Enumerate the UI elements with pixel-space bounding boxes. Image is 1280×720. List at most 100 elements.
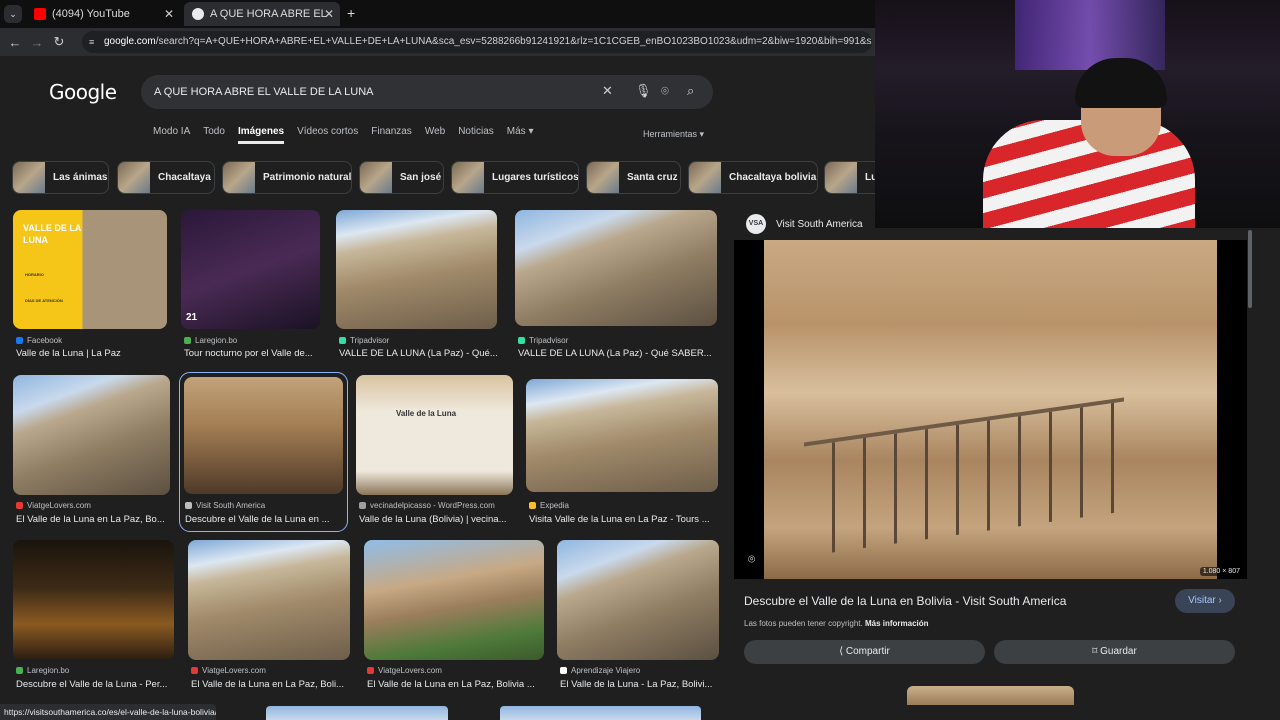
close-icon[interactable]: ✕ [164, 7, 174, 21]
reload-icon[interactable]: ↻ [48, 34, 70, 50]
source-avatar: VSA [746, 214, 766, 234]
image-result-selected[interactable]: Visit South America Descubre el Valle de… [179, 372, 348, 532]
webcam-overlay [875, 0, 1280, 228]
chip-chacaltaya-bolivia[interactable]: Chacaltaya bolivia [688, 161, 818, 194]
image-result[interactable]: ViatgeLovers.com El Valle de la Luna en … [364, 540, 545, 695]
result-thumbnail [526, 379, 718, 492]
copyright-text: Las fotos pueden tener copyright. [744, 619, 863, 628]
result-title[interactable]: Valle de la Luna (Bolivia) | vecina... [359, 514, 515, 525]
source-label: Facebook [27, 336, 63, 345]
result-title[interactable]: VALLE DE LA LUNA (La Paz) - Qué SABER... [518, 348, 718, 359]
microphone-icon[interactable]: 🎙 [635, 83, 652, 99]
chip-las-animas[interactable]: Las ánimas [12, 161, 109, 194]
chip-lu[interactable]: Lu [824, 161, 875, 194]
chip-chacaltaya[interactable]: Chacaltaya [117, 161, 215, 194]
chip-san-jose[interactable]: San josé [359, 161, 444, 194]
scrollbar-thumb[interactable] [1248, 230, 1252, 308]
image-result[interactable]: Aprendizaje Viajero El Valle de la Luna … [557, 540, 720, 695]
site-info-icon[interactable]: ≡ [89, 31, 94, 53]
share-button[interactable]: ⟨ Compartir [744, 640, 985, 664]
more-info-link[interactable]: Más información [865, 619, 929, 628]
result-title[interactable]: El Valle de la Luna en La Paz, Boli... [191, 679, 352, 690]
tab-todo[interactable]: Todo [203, 126, 225, 144]
tab-noticias[interactable]: Noticias [458, 126, 494, 144]
chip-label: Santa cruz [627, 172, 678, 183]
tripadvisor-icon [518, 337, 525, 344]
chip-lugares-turisticos[interactable]: Lugares turísticos [451, 161, 579, 194]
result-title[interactable]: El Valle de la Luna en La Paz, Bolivia .… [367, 679, 546, 690]
image-result[interactable]: Tripadvisor VALLE DE LA LUNA (La Paz) - … [515, 210, 718, 360]
source-label: Tripadvisor [529, 336, 569, 345]
image-result[interactable]: Valle de la Luna vecinadelpicasso - Word… [356, 375, 514, 525]
result-title[interactable]: VALLE DE LA LUNA (La Paz) - Qué... [339, 348, 499, 359]
save-button[interactable]: ⌑ Guardar [994, 640, 1235, 664]
tab-imagenes[interactable]: Imágenes [237, 126, 285, 144]
result-thumbnail [13, 540, 174, 660]
result-thumbnail [184, 377, 343, 494]
image-result[interactable]: VALLE DE LA LUNA HORARIO DÍAS DE ATENCIÓ… [13, 210, 168, 360]
close-icon[interactable]: ✕ [324, 7, 334, 21]
result-title[interactable]: Descubre el Valle de la Luna en ... [185, 514, 342, 525]
chip-thumbnail [118, 162, 150, 193]
tab-google-search[interactable]: A QUE HORA ABRE EL VALLE D ✕ [184, 2, 340, 26]
chip-santa-cruz[interactable]: Santa cruz [586, 161, 681, 194]
result-thumbnail: Valle de la Luna [356, 375, 513, 495]
result-source: Laregion.bo [184, 336, 237, 345]
related-image-thumbnail[interactable] [907, 686, 1074, 705]
tab-web[interactable]: Web [425, 126, 445, 144]
result-source: vecinadelpicasso - WordPress.com [359, 501, 495, 510]
chip-thumbnail [689, 162, 721, 193]
back-icon[interactable]: ← [4, 35, 26, 50]
tab-videos-cortos[interactable]: Vídeos cortos [297, 126, 358, 144]
panel-scrollbar[interactable] [1246, 228, 1254, 708]
url-bar[interactable]: ≡ google.com/search?q=A+QUE+HORA+ABRE+EL… [82, 31, 872, 53]
search-icon[interactable]: ⌕ [687, 83, 694, 99]
result-title[interactable]: Visita Valle de la Luna en La Paz - Tour… [529, 514, 720, 525]
chip-patrimonio-natural[interactable]: Patrimonio natural [222, 161, 352, 194]
search-input[interactable]: A QUE HORA ABRE EL VALLE DE LA LUNA [154, 86, 373, 98]
partial-thumbnail[interactable] [500, 706, 701, 720]
result-title[interactable]: El Valle de la Luna - La Paz, Bolivi... [560, 679, 721, 690]
new-tab-button[interactable]: + [347, 5, 355, 21]
image-result[interactable]: Laregion.bo Descubre el Valle de la Luna… [13, 540, 175, 695]
result-source: Tripadvisor [339, 336, 389, 345]
result-thumbnail [364, 540, 544, 660]
google-logo[interactable]: Google [49, 80, 117, 104]
tab-search-button[interactable]: ⌄ [4, 5, 22, 23]
panel-title[interactable]: Descubre el Valle de la Luna en Bolivia … [744, 594, 1066, 608]
chip-thumbnail [452, 162, 484, 193]
chip-label: Lugares turísticos [492, 172, 579, 183]
partial-thumbnail[interactable] [266, 706, 448, 720]
tab-finanzas[interactable]: Finanzas [371, 126, 412, 144]
result-thumbnail: 21 [181, 210, 320, 329]
search-box[interactable]: A QUE HORA ABRE EL VALLE DE LA LUNA ✕ 🎙 … [141, 75, 713, 109]
image-result[interactable]: Expedia Visita Valle de la Luna en La Pa… [526, 375, 719, 525]
visit-button[interactable]: Visitar › [1175, 589, 1235, 613]
tools-button[interactable]: Herramientas ▾ [643, 129, 704, 140]
tab-youtube[interactable]: (4094) YouTube ✕ [26, 2, 180, 26]
result-title[interactable]: Valle de la Luna | La Paz [16, 348, 168, 359]
forward-icon[interactable]: → [26, 35, 48, 50]
result-source: ViatgeLovers.com [16, 501, 91, 510]
chip-thumbnail [587, 162, 619, 193]
link-status-bar: https://visitsouthamerica.co/es/el-valle… [0, 704, 216, 720]
result-source: Expedia [529, 501, 569, 510]
lens-icon[interactable]: ⌾ [661, 83, 669, 99]
source-label: ViatgeLovers.com [378, 666, 442, 675]
tab-mas[interactable]: Más ▾ [507, 126, 534, 144]
result-title[interactable]: Tour nocturno por el Valle de... [184, 348, 322, 359]
image-result[interactable]: ViatgeLovers.com El Valle de la Luna en … [13, 375, 171, 525]
image-result[interactable]: Tripadvisor VALLE DE LA LUNA (La Paz) - … [336, 210, 498, 360]
image-preview-panel: VSA Visit South America ⌾ 1.080 × 807 De… [734, 205, 1255, 705]
image-result[interactable]: ViatgeLovers.com El Valle de la Luna en … [188, 540, 351, 695]
panel-source[interactable]: VSA Visit South America [746, 214, 863, 234]
result-title[interactable]: El Valle de la Luna en La Paz, Bo... [16, 514, 172, 525]
chip-thumbnail [13, 162, 45, 193]
lens-search-icon[interactable]: ⌾ [748, 552, 755, 567]
clear-icon[interactable]: ✕ [602, 83, 613, 99]
chip-thumbnail [223, 162, 255, 193]
result-title[interactable]: Descubre el Valle de la Luna - Per... [16, 679, 176, 690]
tab-modo-ia[interactable]: Modo IA [153, 126, 190, 144]
image-result[interactable]: 21 Laregion.bo Tour nocturno por el Vall… [181, 210, 321, 360]
preview-image[interactable]: ⌾ 1.080 × 807 [734, 240, 1247, 579]
